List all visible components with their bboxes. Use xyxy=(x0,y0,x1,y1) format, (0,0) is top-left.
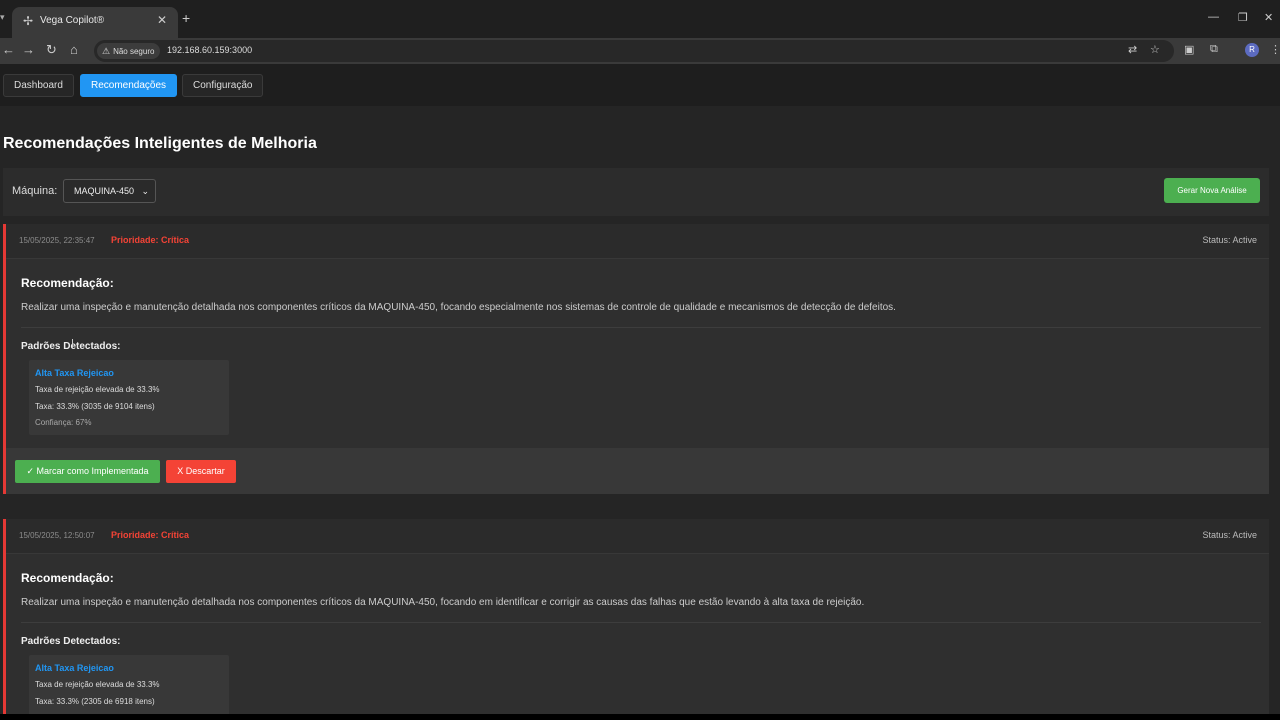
card-timestamp: 15/05/2025, 22:35:47 xyxy=(19,236,95,245)
pattern-description: Taxa de rejeição elevada de 33.3% xyxy=(35,680,160,689)
machine-select[interactable]: MAQUINA-450 ⌄ xyxy=(63,179,156,203)
pattern-description: Taxa de rejeição elevada de 33.3% xyxy=(35,385,160,394)
address-bar[interactable]: ⚠ Não seguro 192.168.60.159:3000 ⇄ ☆ xyxy=(94,40,1174,62)
security-chip[interactable]: ⚠ Não seguro xyxy=(97,43,161,59)
machine-select-value: MAQUINA-450 xyxy=(74,186,135,196)
pattern-item: Alta Taxa Rejeicao Taxa de rejeição elev… xyxy=(29,360,229,435)
new-tab-icon[interactable]: + xyxy=(182,10,190,26)
puzzle-extensions-icon[interactable]: ⧉ xyxy=(1210,43,1218,56)
tab-configuracao[interactable]: Configuração xyxy=(182,74,264,97)
pattern-rate: Taxa: 33.3% (2305 de 6918 itens) xyxy=(35,697,155,706)
recommendation-card: 15/05/2025, 22:35:47 Prioridade: Crítica… xyxy=(3,224,1269,494)
translate-icon[interactable]: ⇄ xyxy=(1128,43,1137,56)
card-timestamp: 15/05/2025, 12:50:07 xyxy=(19,531,95,540)
priority-badge: Prioridade: Crítica xyxy=(111,530,190,540)
home-icon[interactable]: ⌂ xyxy=(70,42,78,57)
pattern-name: Alta Taxa Rejeicao xyxy=(35,368,114,378)
forward-icon[interactable]: → xyxy=(22,42,35,57)
tab-search-icon[interactable]: ▾ xyxy=(0,12,5,23)
recommendation-card: 15/05/2025, 12:50:07 Prioridade: Crítica… xyxy=(3,519,1269,714)
restore-icon[interactable]: ❐ xyxy=(1238,11,1248,24)
text-cursor-icon xyxy=(72,339,74,348)
app-viewport: Dashboard Recomendações Configuração Rec… xyxy=(0,64,1280,714)
generate-analysis-button[interactable]: Gerar Nova Análise xyxy=(1164,178,1260,203)
status-text: Status: Active xyxy=(1202,235,1257,245)
filter-bar: Máquina: MAQUINA-450 ⌄ Gerar Nova Anális… xyxy=(3,168,1269,216)
divider xyxy=(21,622,1261,623)
app-nav: Dashboard Recomendações Configuração xyxy=(0,64,1280,106)
extension-icon[interactable]: ▣ xyxy=(1184,43,1194,56)
priority-badge: Prioridade: Crítica xyxy=(111,235,190,245)
patterns-heading: Padrões Detectados: xyxy=(21,341,121,352)
recommendation-heading: Recomendação: xyxy=(21,276,114,290)
minimize-icon[interactable]: — xyxy=(1208,11,1219,23)
recommendation-heading: Recomendação: xyxy=(21,571,114,585)
browser-toolbar: ← → ↻ ⌂ ⚠ Não seguro 192.168.60.159:3000 … xyxy=(0,38,1280,64)
page-title: Recomendações Inteligentes de Melhoria xyxy=(3,135,317,152)
reload-icon[interactable]: ↻ xyxy=(46,42,57,58)
security-label: Não seguro xyxy=(113,47,155,56)
chevron-down-icon: ⌄ xyxy=(141,186,149,196)
discard-button[interactable]: X Descartar xyxy=(166,460,236,483)
pattern-rate: Taxa: 33.3% (3035 de 9104 itens) xyxy=(35,402,155,411)
mark-implemented-button[interactable]: ✓ Marcar como Implementada xyxy=(15,460,160,483)
browser-tab[interactable]: ✢ Vega Copilot® ✕ xyxy=(12,7,178,38)
pattern-item: Alta Taxa Rejeicao Taxa de rejeição elev… xyxy=(29,655,229,714)
profile-avatar[interactable]: R xyxy=(1245,43,1259,57)
browser-tabstrip: ▾ ✢ Vega Copilot® ✕ + — ❐ ✕ xyxy=(0,0,1280,38)
pattern-name: Alta Taxa Rejeicao xyxy=(35,663,114,673)
card-header: 15/05/2025, 22:35:47 Prioridade: Crítica… xyxy=(6,224,1269,259)
recommendation-text: Realizar uma inspeção e manutenção detal… xyxy=(21,597,865,608)
bookmark-star-icon[interactable]: ☆ xyxy=(1150,43,1160,56)
tab-recomendacoes[interactable]: Recomendações xyxy=(80,74,178,97)
tab-title: Vega Copilot® xyxy=(40,15,105,26)
machine-label: Máquina: xyxy=(12,185,58,197)
card-actions: ✓ Marcar como Implementada X Descartar xyxy=(6,448,1269,494)
recommendation-text: Realizar uma inspeção e manutenção detal… xyxy=(21,302,896,313)
window-close-icon[interactable]: ✕ xyxy=(1264,11,1273,24)
app-favicon-icon: ✢ xyxy=(22,14,34,28)
patterns-heading: Padrões Detectados: xyxy=(21,636,121,647)
back-icon[interactable]: ← xyxy=(2,42,15,57)
pattern-confidence: Confiança: 67% xyxy=(35,418,92,427)
status-text: Status: Active xyxy=(1202,530,1257,540)
url-text[interactable]: 192.168.60.159:3000 xyxy=(167,45,252,55)
card-header: 15/05/2025, 12:50:07 Prioridade: Crítica… xyxy=(6,519,1269,554)
warning-icon: ⚠ xyxy=(102,46,111,56)
tab-dashboard[interactable]: Dashboard xyxy=(3,74,74,97)
divider xyxy=(21,327,1261,328)
tab-close-icon[interactable]: ✕ xyxy=(157,13,167,27)
menu-kebab-icon[interactable]: ⋮ xyxy=(1270,43,1280,56)
